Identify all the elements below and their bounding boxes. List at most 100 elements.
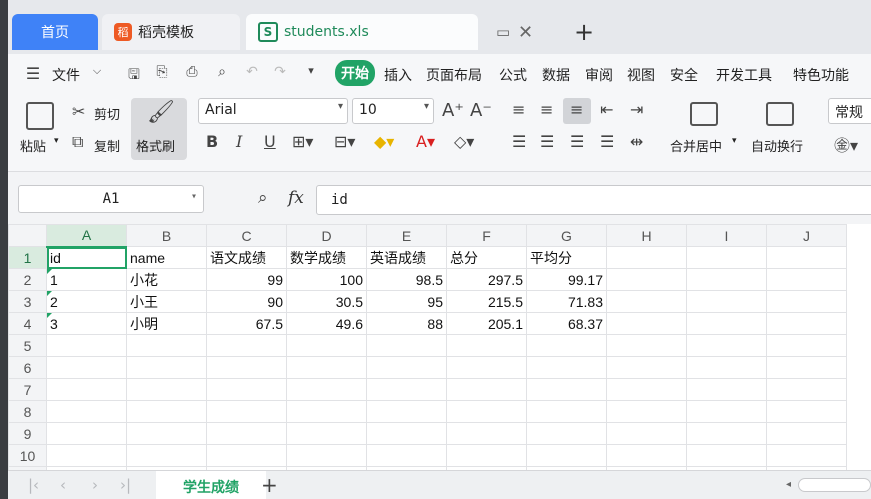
last-sheet-icon[interactable]: ›| (120, 476, 131, 494)
font-name-select[interactable]: Arial ▾ (198, 98, 348, 124)
paste-button[interactable]: 粘贴 (20, 136, 46, 155)
cell[interactable] (766, 268, 847, 291)
cell-e2[interactable]: 98.5 (366, 268, 447, 291)
row-header[interactable]: 3 (8, 290, 47, 313)
cell-g1[interactable]: 平均分 (526, 246, 607, 269)
align-bottom-icon[interactable]: ≡ (570, 100, 583, 119)
cell-c4[interactable]: 67.5 (206, 312, 287, 335)
column-header-c[interactable]: C (206, 224, 287, 247)
fx-icon[interactable]: fx (288, 188, 304, 208)
cell-c2[interactable]: 99 (206, 268, 287, 291)
cell-f1[interactable]: 总分 (446, 246, 527, 269)
cell[interactable] (686, 268, 767, 291)
next-sheet-icon[interactable]: › (92, 476, 98, 494)
redo-icon[interactable]: ↷ (271, 64, 289, 82)
spreadsheet-grid[interactable]: A B C D E F G H I J 1 id name 语文成绩 数学成绩 … (8, 224, 871, 470)
column-header-g[interactable]: G (526, 224, 607, 247)
paste-icon[interactable] (26, 102, 54, 130)
customize-toolbar-icon[interactable]: ▾ (302, 64, 320, 82)
menu-item-data[interactable]: 数据 (542, 65, 570, 85)
column-header-b[interactable]: B (126, 224, 207, 247)
cell-b3[interactable]: 小王 (126, 290, 207, 313)
cell[interactable] (686, 246, 767, 269)
cell-g3[interactable]: 71.83 (526, 290, 607, 313)
indent-icon[interactable]: ⇥ (630, 100, 643, 119)
scroll-left-icon[interactable]: ◂ (786, 479, 791, 490)
cell-b4[interactable]: 小明 (126, 312, 207, 335)
cell-a1[interactable]: id (46, 246, 127, 269)
column-header-j[interactable]: J (766, 224, 847, 247)
cell-d1[interactable]: 数学成绩 (286, 246, 367, 269)
cell[interactable] (606, 246, 687, 269)
horizontal-scrollbar[interactable] (798, 478, 871, 492)
save-icon[interactable]: 🖫 (125, 64, 143, 83)
number-format-select[interactable]: 常规 (828, 98, 871, 124)
cell[interactable] (766, 290, 847, 313)
prev-sheet-icon[interactable]: ‹ (60, 476, 66, 494)
cell-g2[interactable]: 99.17 (526, 268, 607, 291)
cell-e1[interactable]: 英语成绩 (366, 246, 447, 269)
cell-a4[interactable]: 3 (46, 312, 127, 335)
cell-b2[interactable]: 小花 (126, 268, 207, 291)
align-left-icon[interactable]: ☰ (512, 132, 526, 151)
chevron-down-icon[interactable]: ⌵ (88, 64, 106, 82)
font-size-select[interactable]: 10 ▾ (352, 98, 434, 124)
cell-g4[interactable]: 68.37 (526, 312, 607, 335)
print-preview-icon[interactable]: ⌕ (213, 64, 231, 82)
outdent-icon[interactable]: ⇤ (600, 100, 613, 119)
tab-students-file[interactable]: S students.xls ▭ ✕ (246, 14, 533, 50)
increase-font-icon[interactable]: A⁺ (442, 100, 464, 121)
menu-item-insert[interactable]: 插入 (384, 65, 412, 85)
sheet-tab-student-scores[interactable]: 学生成绩 (156, 471, 266, 499)
menu-item-start[interactable]: 开始 (335, 60, 375, 86)
copy-button[interactable]: 复制 (94, 136, 120, 155)
cell[interactable] (766, 246, 847, 269)
cell-d4[interactable]: 49.6 (286, 312, 367, 335)
merge-dropdown-icon[interactable]: ▾ (732, 136, 737, 146)
add-sheet-button[interactable]: + (261, 473, 278, 497)
cell[interactable] (686, 312, 767, 335)
cell[interactable] (606, 290, 687, 313)
print-icon[interactable]: ⎙ (183, 64, 201, 82)
hamburger-menu-icon[interactable]: ☰ (24, 64, 42, 83)
row-header[interactable]: 5 (8, 334, 47, 357)
cell-e3[interactable]: 95 (366, 290, 447, 313)
select-all-corner[interactable] (8, 224, 47, 247)
merge-center-button[interactable]: 合并居中 (670, 136, 722, 155)
cell-e4[interactable]: 88 (366, 312, 447, 335)
eraser-icon[interactable]: ◇▾ (454, 132, 474, 151)
close-tab-icon[interactable]: ✕ (518, 14, 533, 50)
zoom-icon[interactable]: ⌕ (258, 188, 268, 208)
column-header-d[interactable]: D (286, 224, 367, 247)
fill-color-icon[interactable]: ◆▾ (374, 132, 394, 151)
export-icon[interactable]: ⎘ (153, 64, 171, 82)
menu-item-formula[interactable]: 公式 (499, 65, 527, 85)
cell-a3[interactable]: 2 (46, 290, 127, 313)
column-header-h[interactable]: H (606, 224, 687, 247)
cell-f4[interactable]: 205.1 (446, 312, 527, 335)
menu-item-page-layout[interactable]: 页面布局 (426, 65, 482, 85)
column-header-f[interactable]: F (446, 224, 527, 247)
underline-icon[interactable]: U (264, 132, 276, 151)
row-header[interactable]: 6 (8, 356, 47, 379)
auto-wrap-button[interactable]: 自动换行 (751, 136, 803, 155)
column-header-i[interactable]: I (686, 224, 767, 247)
tab-template[interactable]: 稻 稻壳模板 (102, 14, 240, 50)
column-header-e[interactable]: E (366, 224, 447, 247)
merge-style-icon[interactable]: ⊟▾ (334, 132, 355, 151)
cell[interactable] (766, 312, 847, 335)
row-header[interactable]: 2 (8, 268, 47, 291)
row-header[interactable]: 1 (8, 246, 47, 269)
cell[interactable] (606, 268, 687, 291)
new-tab-button[interactable]: + (574, 18, 594, 46)
align-center-icon[interactable]: ☰ (540, 132, 554, 151)
restore-window-icon[interactable]: ▭ (496, 14, 510, 50)
cut-button[interactable]: 剪切 (94, 104, 120, 123)
first-sheet-icon[interactable]: |‹ (28, 476, 39, 494)
align-middle-icon[interactable]: ≡ (540, 100, 553, 119)
column-header-a[interactable]: A (46, 224, 127, 248)
row-header[interactable]: 10 (8, 444, 47, 467)
undo-icon[interactable]: ↶ (243, 64, 261, 82)
row-header[interactable]: 9 (8, 422, 47, 445)
menu-item-features[interactable]: 特色功能 (793, 65, 849, 85)
